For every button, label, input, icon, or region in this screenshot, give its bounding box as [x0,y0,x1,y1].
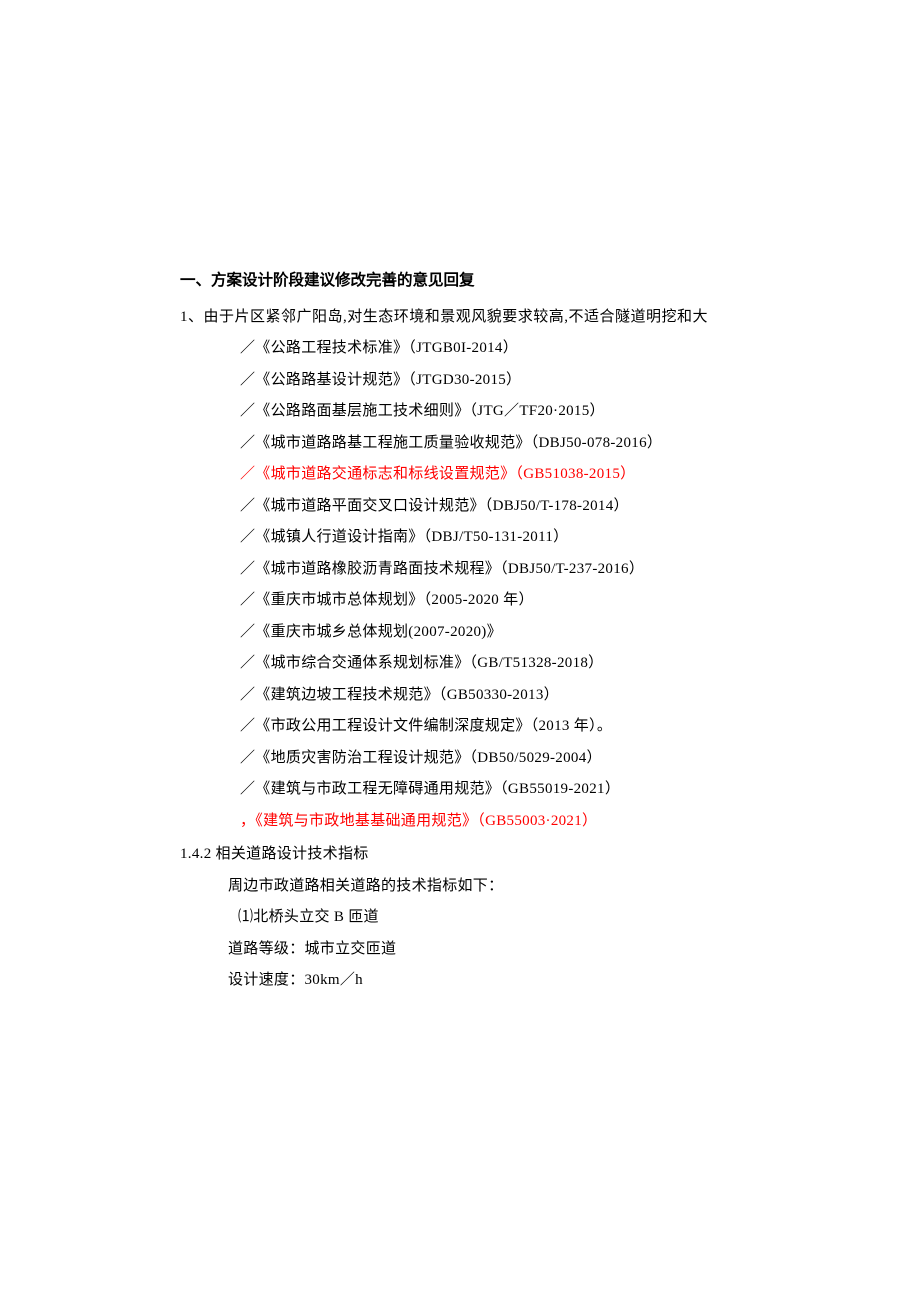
intro-paragraph: 1、由于片区紧邻广阳岛,对生态环境和景观风貌要求较高,不适合隧道明挖和大 [180,302,740,334]
subsection-intro: 周边市政道路相关道路的技术指标如下： [180,871,740,903]
design-speed: 设计速度：30km／h [180,965,740,997]
standard-item: ／《城市道路路基工程施工质量验收规范》（DBJ50-078-2016） [180,428,740,460]
standard-item: ／《市政公用工程设计文件编制深度规定》（2013 年）。 [180,711,740,743]
standard-item: ／《城市道路平面交叉口设计规范》（DBJ50/T-178-2014） [180,491,740,523]
standard-item: ／《公路路基设计规范》（JTGD30-2015） [180,365,740,397]
standard-item: ／《城镇人行道设计指南》（DBJ/T50-131-2011） [180,522,740,554]
standards-list: ／《公路工程技术标准》（JTGB0I-2014）／《公路路基设计规范》（JTGD… [180,333,740,837]
section-heading: 一、方案设计阶段建议修改完善的意见回复 [180,265,740,298]
standard-item: ／《重庆市城市总体规划》（2005-2020 年） [180,585,740,617]
standard-item: ／《城市综合交通体系规划标准》（GB/T51328-2018） [180,648,740,680]
standard-item: ，《建筑与市政地基基础通用规范》（GB55003·2021） [180,806,740,838]
standard-item: ／《重庆市城乡总体规划(2007-2020)》 [180,617,740,649]
standard-item: ／《建筑边坡工程技术规范》（GB50330-2013） [180,680,740,712]
standard-item: ／《建筑与市政工程无障碍通用规范》（GB55019-2021） [180,774,740,806]
standard-item: ／《城市道路橡胶沥青路面技术规程》（DBJ50/T-237-2016） [180,554,740,586]
standard-item: ／《城市道路交通标志和标线设置规范》（GB51038-2015） [180,459,740,491]
standard-item: ／《公路工程技术标准》（JTGB0I-2014） [180,333,740,365]
road-grade: 道路等级：城市立交匝道 [180,934,740,966]
item-label: ⑴北桥头立交 B 匝道 [180,902,740,934]
subsection-number: 1.4.2 相关道路设计技术指标 [180,839,740,871]
standard-item: ／《地质灾害防治工程设计规范》（DB50/5029-2004） [180,743,740,775]
standard-item: ／《公路路面基层施工技术细则》（JTG／TF20·2015） [180,396,740,428]
